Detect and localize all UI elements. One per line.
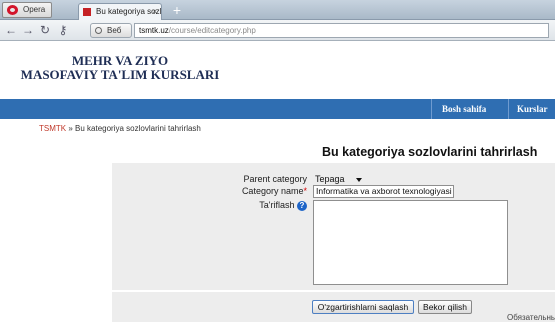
opera-menu-label: Opera <box>23 5 46 14</box>
form-buttons: O'zgartirishlarni saqlash Bekor qilish О… <box>112 292 555 322</box>
description-label-text: Ta'riflash <box>259 200 295 210</box>
forward-arrow-icon[interactable]: → <box>20 22 36 38</box>
globe-icon <box>95 27 102 34</box>
help-icon[interactable]: ? <box>297 200 307 211</box>
breadcrumb: TSMTK » Bu kategoriya sozlovlarini tahri… <box>39 124 201 133</box>
opera-menu-button[interactable]: Opera <box>2 2 52 18</box>
chevron-down-icon <box>356 178 362 182</box>
nav-divider <box>431 99 432 119</box>
breadcrumb-home-link[interactable]: TSMTK <box>39 124 66 133</box>
breadcrumb-current: Bu kategoriya sozlovlarini tahrirlash <box>75 124 201 133</box>
category-name-input[interactable]: Informatika va axborot texnologiyasi <box>313 185 454 198</box>
site-navbar: Bosh sahifa Kurslar <box>0 99 555 119</box>
category-name-label: Category name* <box>242 186 307 196</box>
site-title-line1: MEHR VA ZIYO <box>71 53 169 68</box>
tab-close-icon[interactable]: × <box>152 4 157 19</box>
site-title-line2: MASOFAVIY TA'LIM KURSLARI <box>20 67 220 82</box>
new-tab-button[interactable]: + <box>168 3 186 18</box>
required-asterisk: * <box>303 186 307 196</box>
url-field[interactable]: tsmtk.uz/course/editcategory.php <box>134 23 549 38</box>
category-form: Parent category Tepaga Category name* In… <box>112 163 555 290</box>
required-fields-note: Обязательные д <box>507 313 555 322</box>
save-changes-button[interactable]: O'zgartirishlarni saqlash <box>312 300 414 314</box>
web-mode-badge[interactable]: Веб <box>90 23 132 38</box>
breadcrumb-separator: » <box>68 124 73 133</box>
url-path: /course/editcategory.php <box>168 26 256 35</box>
site-title: MEHR VA ZIYO MASOFAVIY TA'LIM KURSLARI <box>20 54 220 82</box>
nav-link-courses[interactable]: Kurslar <box>517 99 548 119</box>
description-label: Ta'riflash ? <box>259 200 307 211</box>
browser-tab[interactable]: Bu kategoriya sozlovlar... × <box>78 3 162 20</box>
page-title: Bu kategoriya sozlovlarini tahrirlash <box>322 145 538 159</box>
web-mode-label: Веб <box>107 26 122 35</box>
browser-address-bar: ← → ↻ ⚷ Веб tsmtk.uz/course/editcategory… <box>0 20 555 41</box>
reload-icon[interactable]: ↻ <box>37 22 53 38</box>
description-textarea[interactable] <box>313 200 508 285</box>
cancel-button[interactable]: Bekor qilish <box>418 300 472 314</box>
key-icon[interactable]: ⚷ <box>55 22 71 38</box>
parent-category-label: Parent category <box>243 174 307 184</box>
nav-link-home[interactable]: Bosh sahifa <box>442 99 486 119</box>
category-name-label-text: Category name <box>241 186 304 196</box>
opera-logo-icon <box>7 5 18 15</box>
parent-category-value: Tepaga <box>315 174 345 184</box>
back-arrow-icon[interactable]: ← <box>3 22 19 38</box>
browser-tab-bar: Opera Bu kategoriya sozlovlar... × + <box>0 0 555 20</box>
site-favicon-icon <box>83 8 91 16</box>
url-domain: tsmtk.uz <box>139 26 169 35</box>
nav-divider <box>508 99 509 119</box>
